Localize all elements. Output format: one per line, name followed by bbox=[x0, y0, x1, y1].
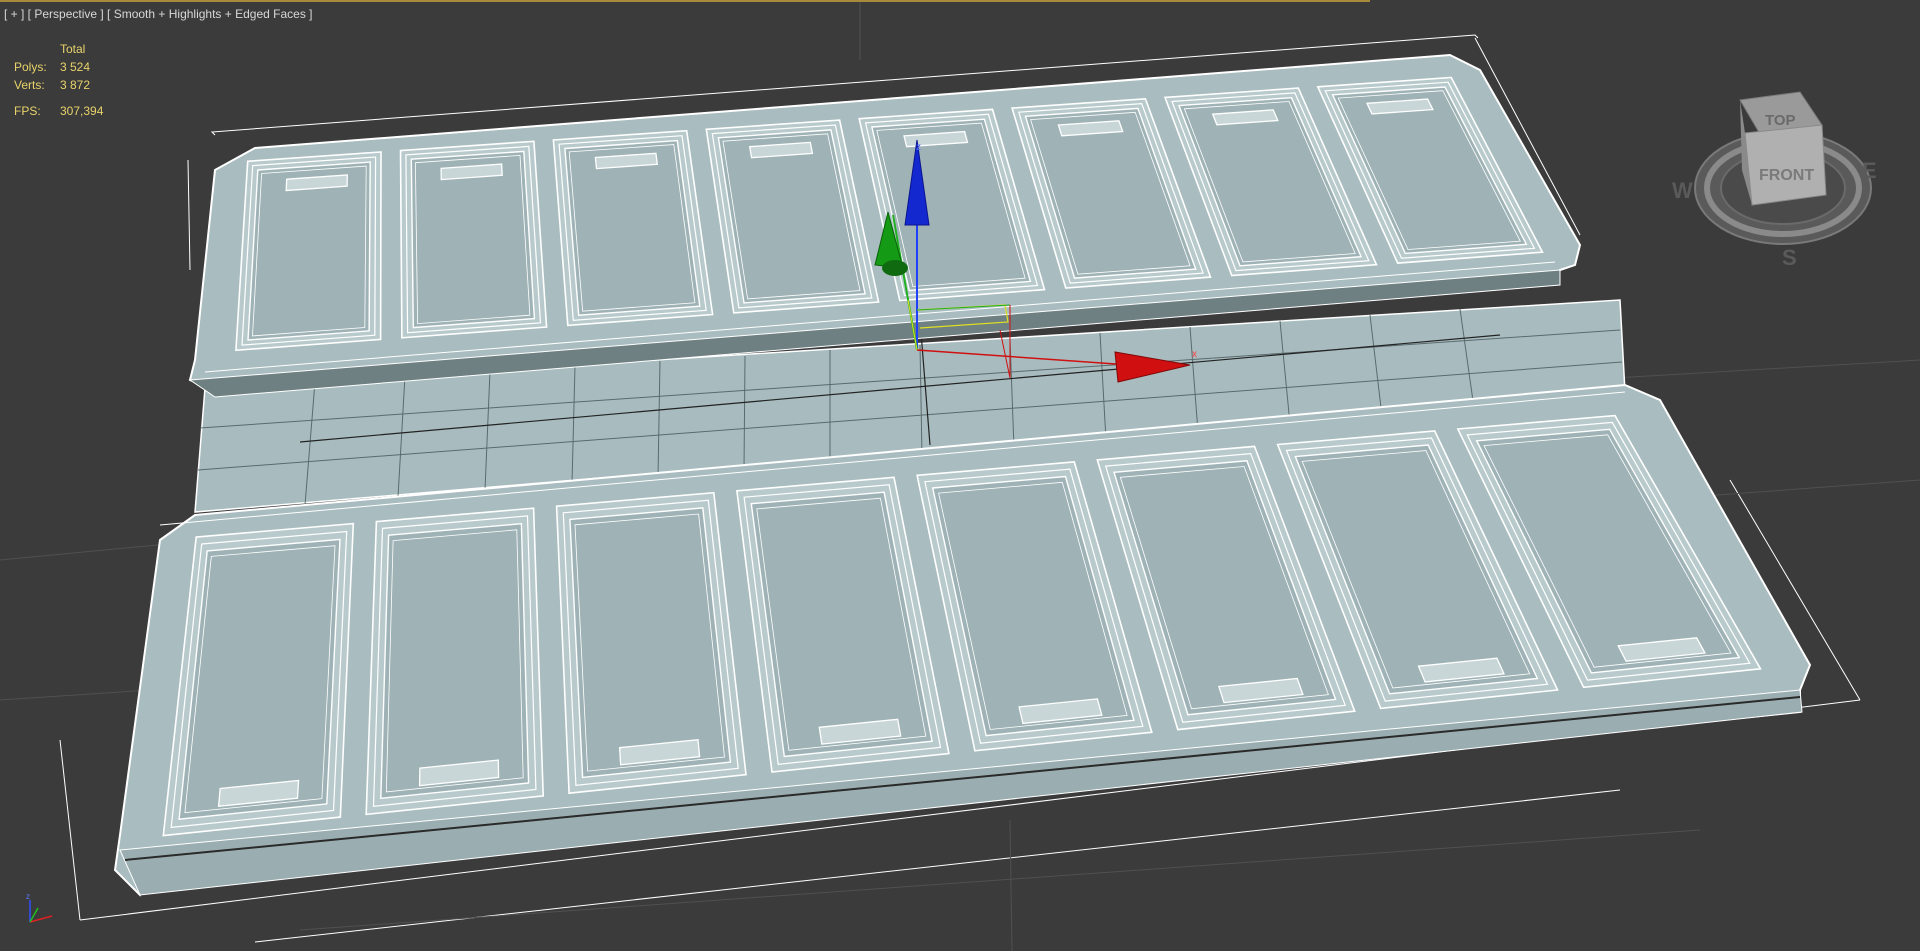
gizmo-x-label: x bbox=[1192, 349, 1197, 360]
compass-east-label[interactable]: E bbox=[1862, 158, 1877, 183]
svg-text:z: z bbox=[26, 892, 30, 901]
compass-west-label[interactable]: W bbox=[1672, 178, 1693, 203]
verts-label: Verts: bbox=[14, 78, 45, 92]
viewport-menu-label[interactable]: [ + ] [ Perspective ] [ Smooth + Highlig… bbox=[4, 7, 313, 21]
polys-label: Polys: bbox=[14, 60, 47, 74]
verts-value: 3 872 bbox=[60, 78, 91, 92]
perspective-viewport[interactable]: z x TOP FRONT W E S z [+] [Perspectiv… bbox=[0, 0, 1920, 951]
compass-south-label[interactable]: S bbox=[1782, 245, 1797, 270]
scene-canvas[interactable]: z x TOP FRONT W E S z bbox=[0, 0, 1920, 951]
viewcube-icon[interactable]: TOP FRONT W E S bbox=[1672, 91, 1877, 270]
statistics-overlay: Total Polys: 3 524 Verts: 3 872 FPS: 307,39… bbox=[14, 40, 103, 120]
world-axis-icon: z bbox=[26, 892, 53, 923]
polys-value: 3 524 bbox=[60, 60, 91, 74]
gizmo-z-label: z bbox=[916, 142, 921, 153]
fps-value: 307,394 bbox=[60, 104, 104, 118]
viewcube-front-label[interactable]: FRONT bbox=[1759, 167, 1814, 184]
viewcube-top-label[interactable]: TOP bbox=[1765, 112, 1796, 129]
stats-header: Total bbox=[60, 42, 86, 56]
fps-label: FPS: bbox=[14, 104, 41, 118]
